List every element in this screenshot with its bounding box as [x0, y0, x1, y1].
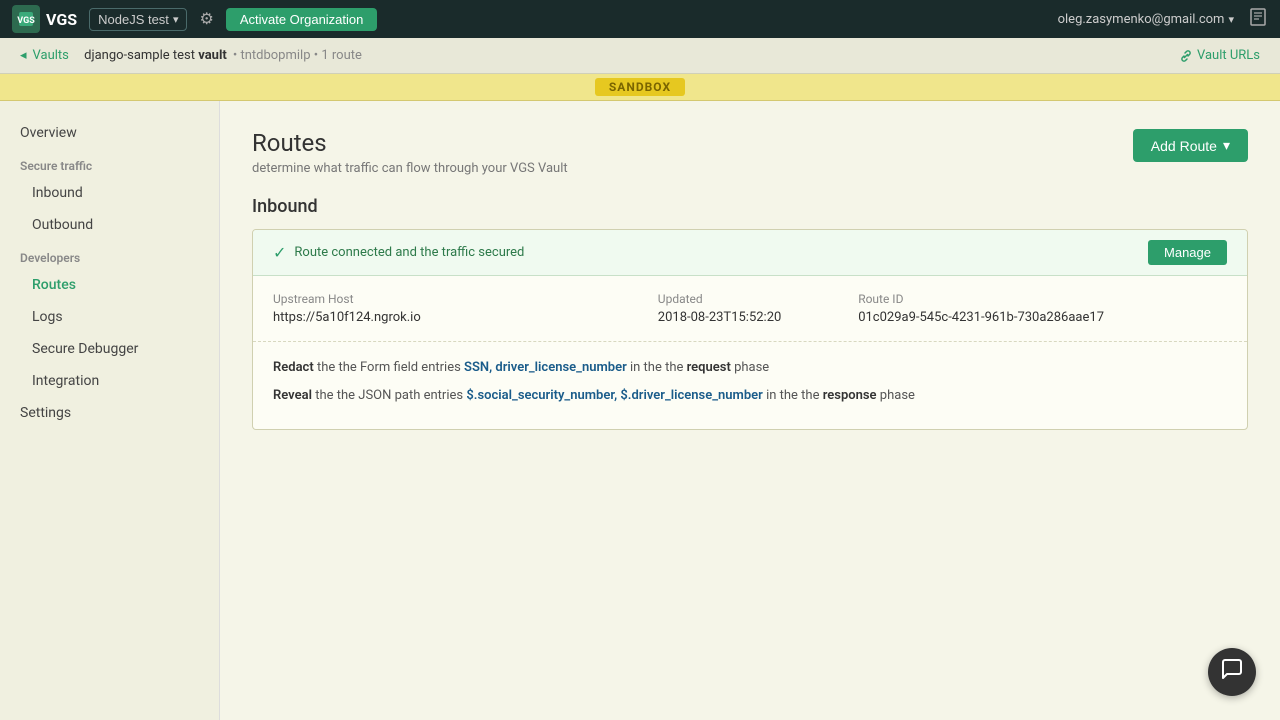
route-status-bar: ✓ Route connected and the traffic secure… — [253, 230, 1247, 276]
activate-organization-button[interactable]: Activate Organization — [226, 8, 378, 31]
check-icon: ✓ — [273, 243, 286, 262]
upstream-host-value: https://5a10f124.ngrok.io — [273, 310, 642, 325]
link-icon — [1179, 49, 1193, 63]
filter2-type: the the JSON path entries — [315, 388, 466, 403]
filter2-in: in the the — [766, 388, 823, 403]
filter1-phase: request — [687, 360, 731, 375]
sidebar: Overview Secure traffic Inbound Outbound… — [0, 101, 220, 720]
route-card: ✓ Route connected and the traffic secure… — [252, 229, 1248, 430]
route-id-label: Route ID — [858, 292, 1227, 306]
upstream-host-label: Upstream Host — [273, 292, 642, 306]
filter2-phase: response — [823, 388, 877, 403]
sidebar-item-inbound[interactable]: Inbound — [0, 177, 219, 209]
sidebar-item-secure-debugger[interactable]: Secure Debugger — [0, 333, 219, 365]
filter1-phase-suffix: phase — [734, 360, 769, 375]
sidebar-item-logs[interactable]: Logs — [0, 301, 219, 333]
sidebar-item-overview[interactable]: Overview — [0, 117, 219, 149]
status-text: Route connected and the traffic secured — [294, 245, 524, 260]
filter1-fields: SSN, driver_license_number — [464, 360, 627, 375]
documentation-icon[interactable] — [1248, 7, 1268, 32]
user-email: oleg.zasymenko@gmail.com — [1058, 12, 1225, 27]
routes-title-block: Routes determine what traffic can flow t… — [252, 129, 568, 176]
upstream-host-col: Upstream Host https://5a10f124.ngrok.io — [273, 292, 642, 325]
add-route-button[interactable]: Add Route ▾ — [1133, 129, 1248, 162]
back-arrow-icon: ◂ — [20, 48, 27, 63]
route-id-value: 01c029a9-545c-4231-961b-730a286aae17 — [858, 310, 1227, 325]
filter2-phase-suffix: phase — [880, 388, 915, 403]
filter2-fields: $.social_security_number, $.driver_licen… — [466, 388, 762, 403]
chat-bubble-button[interactable] — [1208, 648, 1256, 696]
vault-name: django-sample test vault — [84, 48, 227, 63]
routes-subtitle: determine what traffic can flow through … — [252, 161, 568, 176]
vaults-link[interactable]: Vaults — [33, 48, 69, 63]
sidebar-item-integration[interactable]: Integration — [0, 365, 219, 397]
sidebar-item-settings[interactable]: Settings — [0, 397, 219, 429]
logo-icon: VGS — [12, 5, 40, 33]
top-navbar: VGS VGS NodeJS test ▾ ⚙ Activate Organiz… — [0, 0, 1280, 38]
settings-icon[interactable]: ⚙ — [199, 9, 213, 29]
sidebar-section-secure-traffic: Secure traffic — [0, 149, 219, 177]
updated-label: Updated — [658, 292, 842, 306]
add-route-chevron-icon: ▾ — [1223, 137, 1230, 154]
reveal-keyword: Reveal — [273, 388, 312, 403]
updated-value: 2018-08-23T15:52:20 — [658, 310, 842, 325]
filter1-in: in the the — [630, 360, 687, 375]
main-layout: Overview Secure traffic Inbound Outbound… — [0, 101, 1280, 720]
sandbox-banner: SANDBOX — [0, 74, 1280, 101]
routes-header: Routes determine what traffic can flow t… — [252, 129, 1248, 176]
node-selector-dropdown[interactable]: NodeJS test ▾ — [89, 8, 187, 31]
updated-col: Updated 2018-08-23T15:52:20 — [658, 292, 842, 325]
svg-text:VGS: VGS — [17, 16, 35, 26]
node-selector-label: NodeJS test — [98, 12, 169, 27]
route-id-col: Route ID 01c029a9-545c-4231-961b-730a286… — [858, 292, 1227, 325]
manage-button[interactable]: Manage — [1148, 240, 1227, 265]
breadcrumb-bar: ◂ Vaults django-sample test vault • tntd… — [0, 38, 1280, 74]
chat-icon — [1220, 657, 1244, 687]
route-filters: Redact the the Form field entries SSN, d… — [253, 342, 1247, 429]
chevron-down-icon: ▾ — [173, 13, 179, 26]
user-menu[interactable]: oleg.zasymenko@gmail.com ▾ — [1058, 12, 1234, 27]
filter-row-reveal: Reveal the the JSON path entries $.socia… — [273, 386, 1227, 406]
main-content: Routes determine what traffic can flow t… — [220, 101, 1280, 720]
sandbox-badge: SANDBOX — [595, 78, 685, 96]
inbound-section-heading: Inbound — [252, 196, 1248, 217]
filter1-type: the the Form field entries — [317, 360, 464, 375]
route-columns: Upstream Host https://5a10f124.ngrok.io … — [273, 292, 1227, 325]
filter-row-redact: Redact the the Form field entries SSN, d… — [273, 358, 1227, 378]
breadcrumb-meta: • tntdbopmilp • 1 route — [233, 48, 362, 63]
sidebar-item-routes[interactable]: Routes — [0, 269, 219, 301]
vgs-logo: VGS VGS — [12, 5, 77, 33]
route-details: Upstream Host https://5a10f124.ngrok.io … — [253, 276, 1247, 342]
top-nav-right: oleg.zasymenko@gmail.com ▾ — [1058, 7, 1268, 32]
top-nav-left: VGS VGS NodeJS test ▾ ⚙ Activate Organiz… — [12, 5, 377, 33]
breadcrumb: ◂ Vaults django-sample test vault • tntd… — [20, 48, 362, 63]
sidebar-item-outbound[interactable]: Outbound — [0, 209, 219, 241]
route-status: ✓ Route connected and the traffic secure… — [273, 243, 524, 262]
user-chevron-icon: ▾ — [1228, 13, 1234, 26]
logo-text: VGS — [46, 10, 77, 29]
redact-keyword: Redact — [273, 360, 314, 375]
sidebar-section-developers: Developers — [0, 241, 219, 269]
page-title: Routes — [252, 129, 568, 157]
vault-urls-link[interactable]: Vault URLs — [1179, 48, 1260, 63]
